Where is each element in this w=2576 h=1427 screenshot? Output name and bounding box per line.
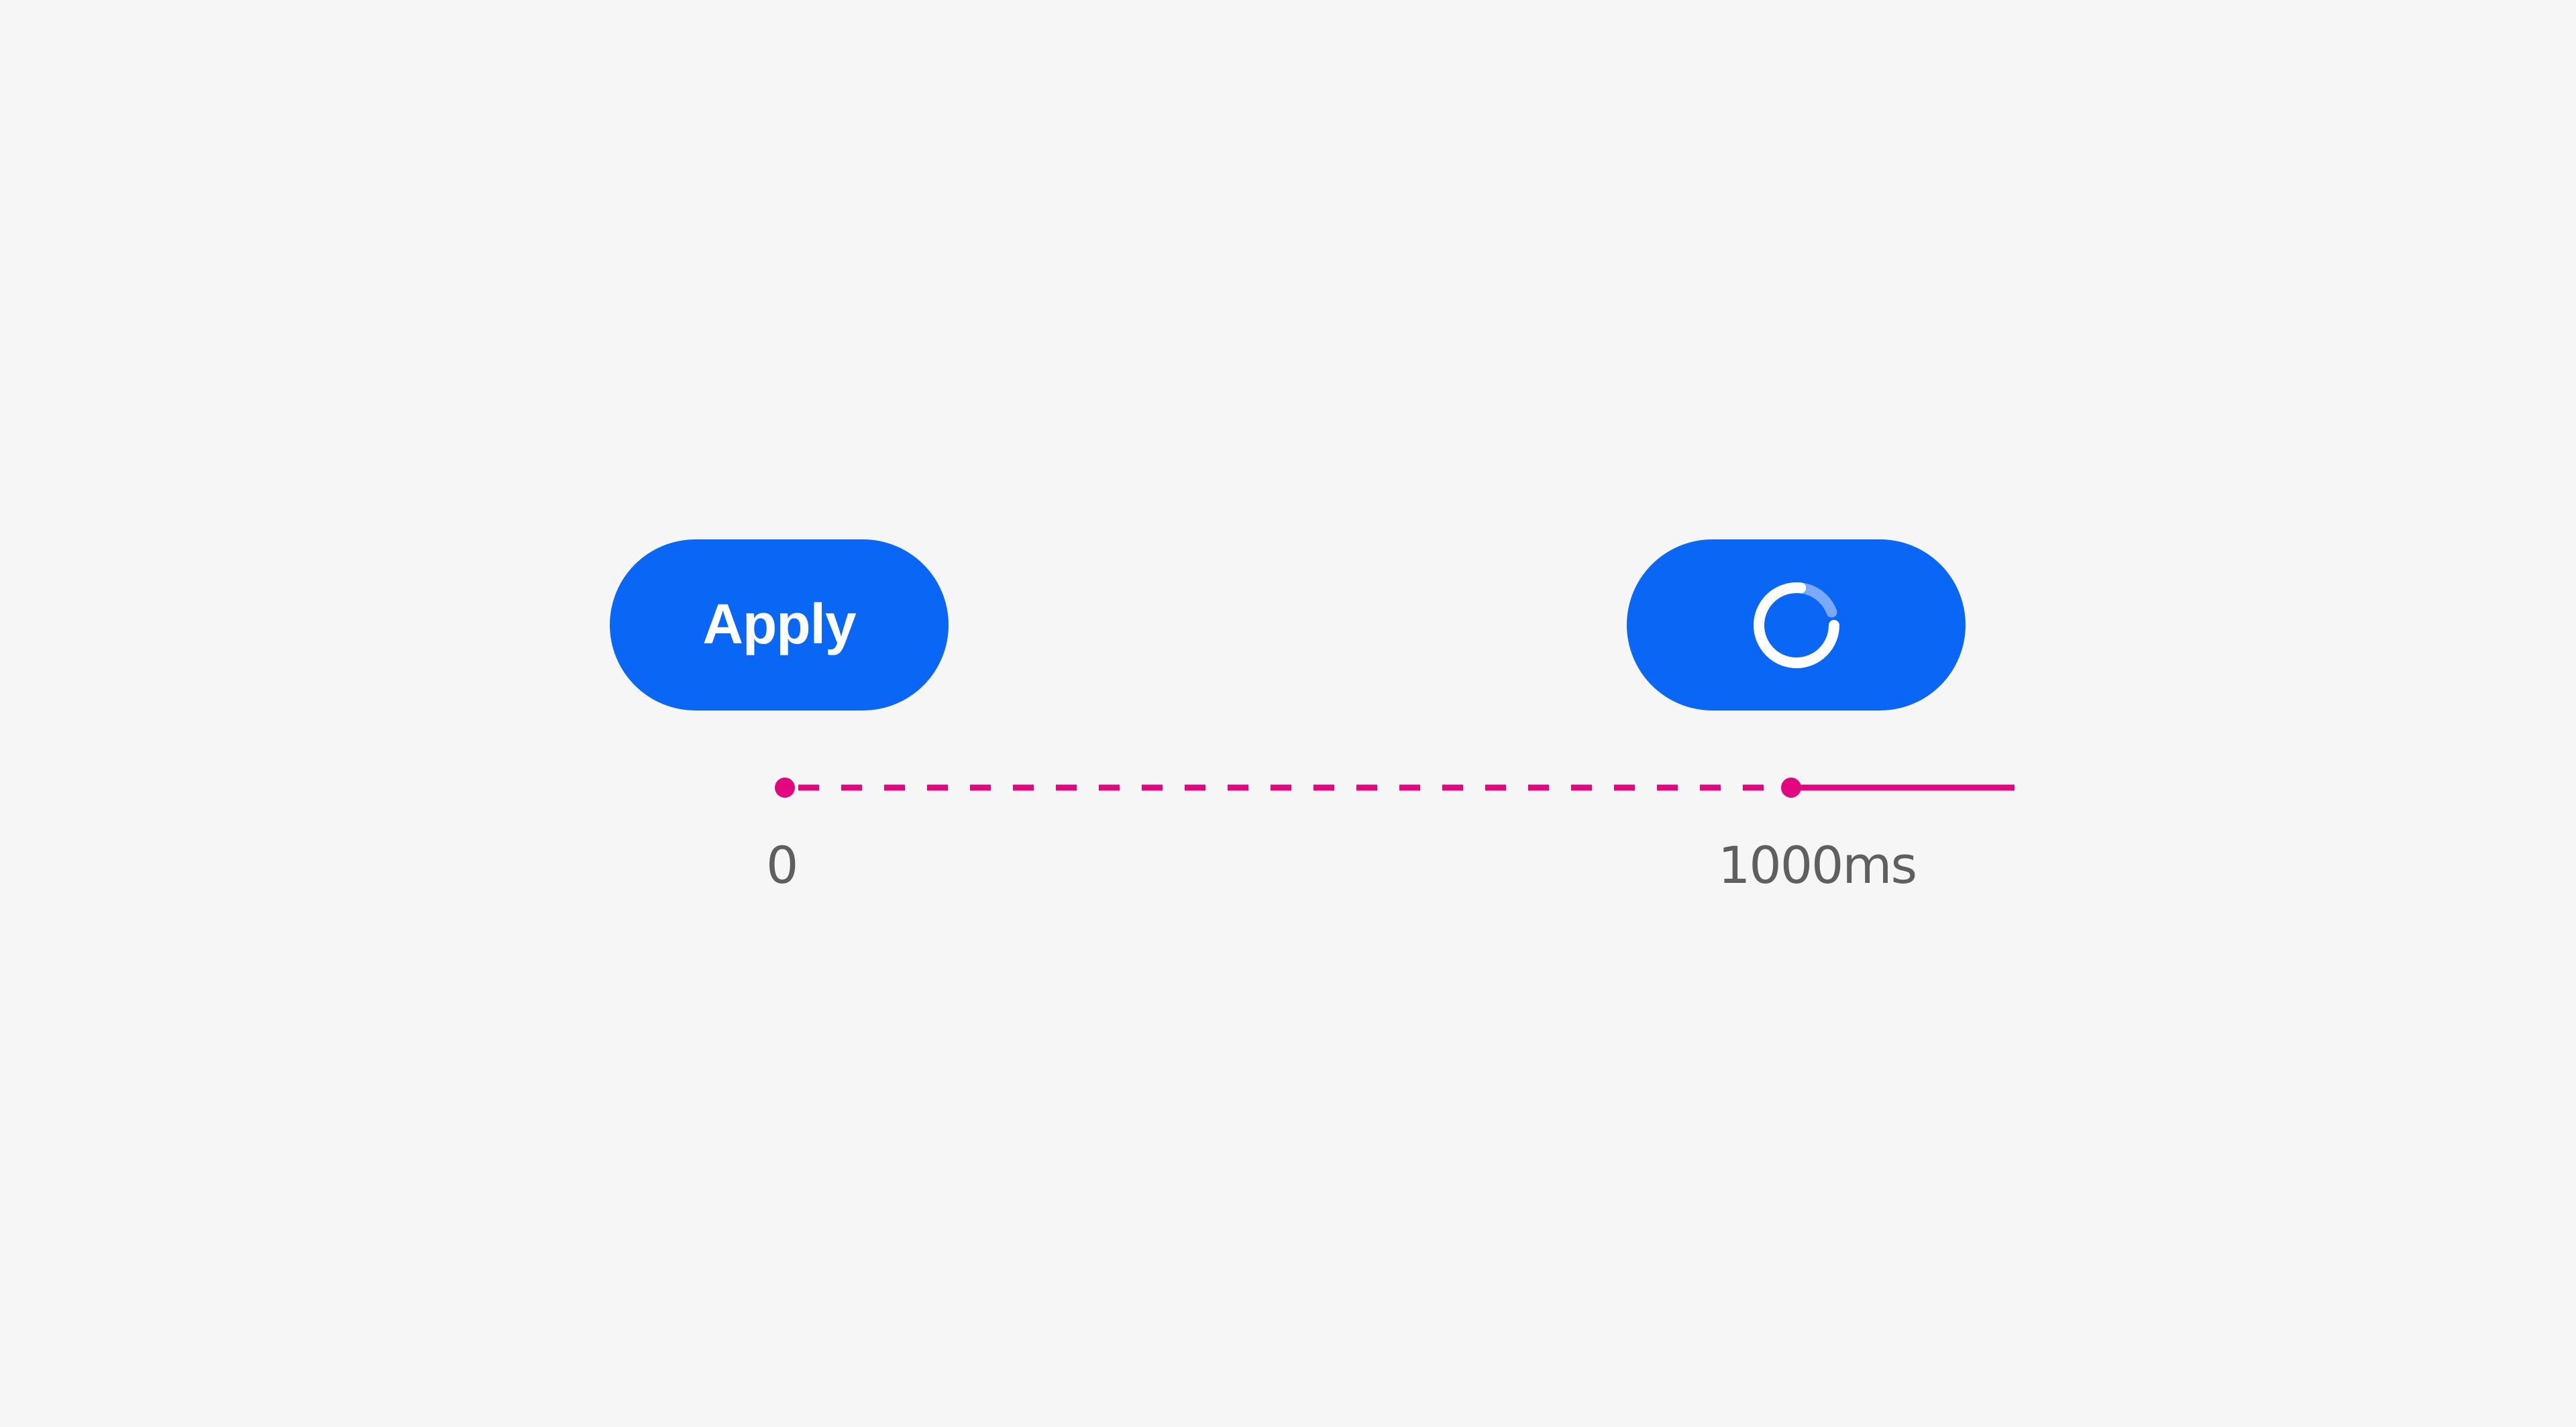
timeline-end-label: 1000ms xyxy=(1718,835,1917,895)
spinner-icon xyxy=(1753,582,1839,668)
timeline-start-label: 0 xyxy=(766,835,799,895)
timeline-end-marker xyxy=(1781,778,1801,798)
stage: Apply 0 1000ms xyxy=(0,0,2576,1427)
apply-button-label: Apply xyxy=(702,592,856,655)
apply-button[interactable]: Apply xyxy=(610,539,949,710)
loading-button[interactable] xyxy=(1627,539,1966,710)
timeline-start-marker xyxy=(775,778,795,798)
timeline xyxy=(775,778,2015,798)
